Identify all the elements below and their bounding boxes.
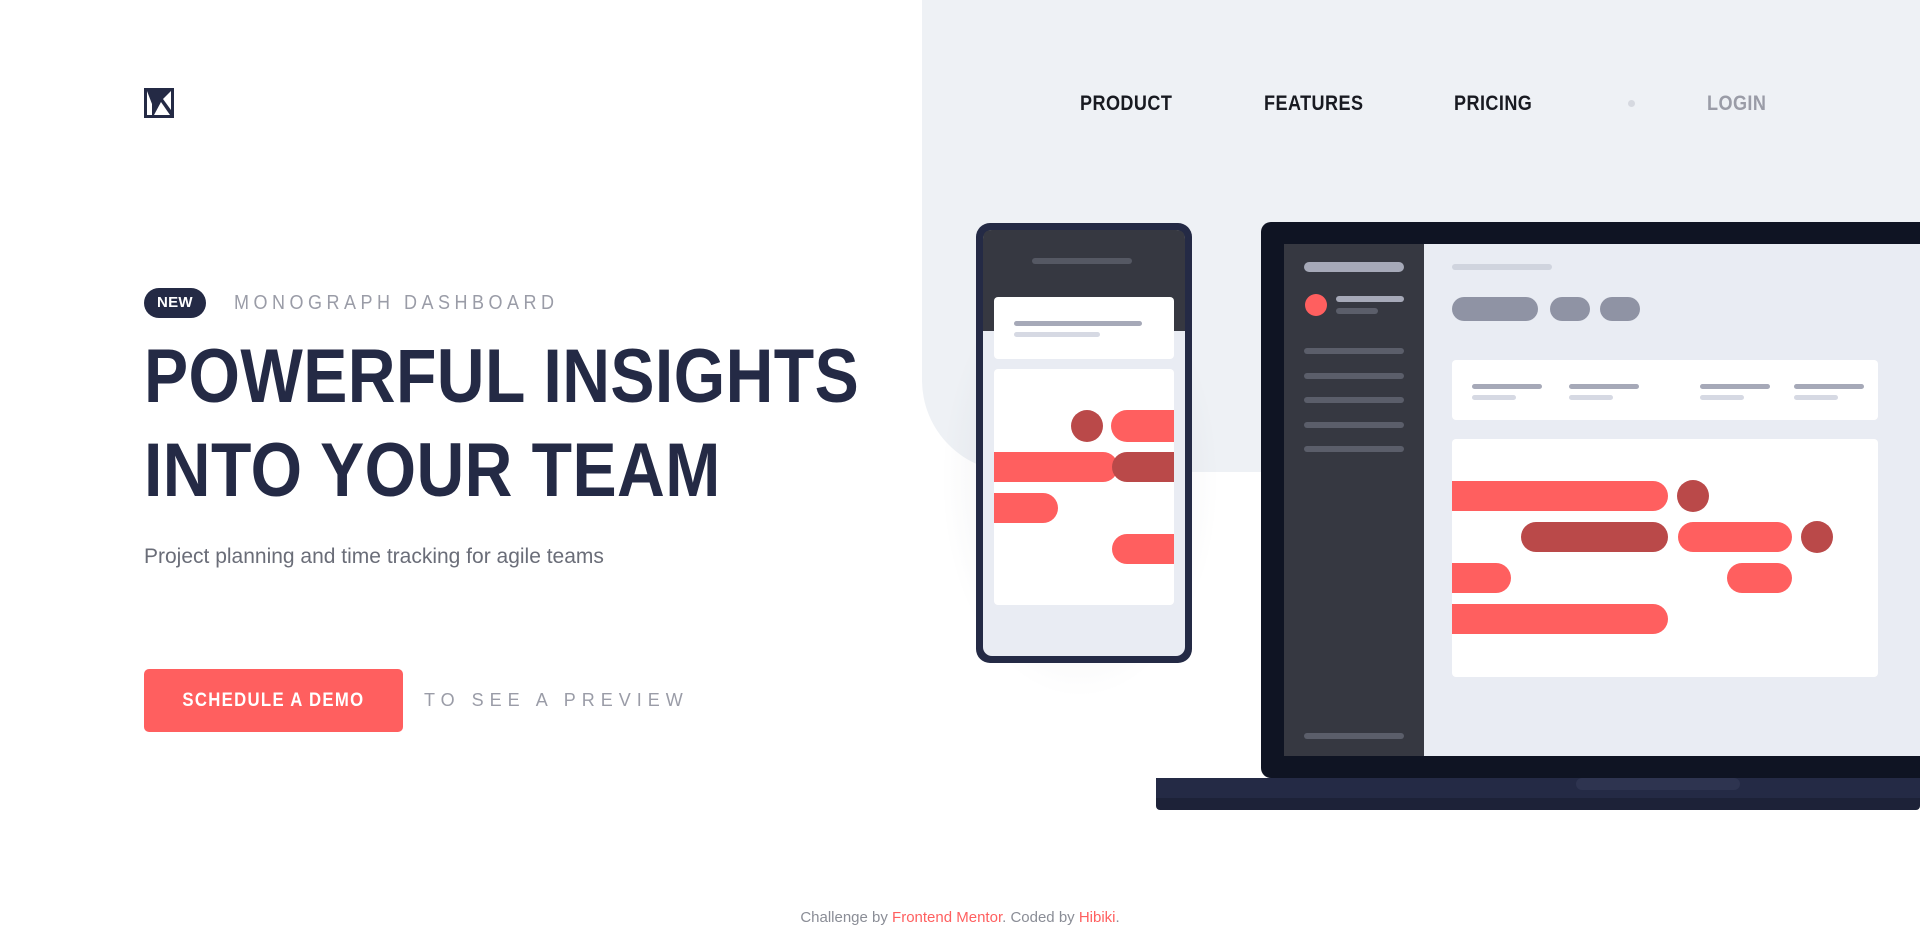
schedule-demo-button[interactable]: SCHEDULE A DEMO — [144, 669, 403, 732]
eyebrow-label: MONOGRAPH DASHBOARD — [233, 291, 559, 314]
laptop-illustration — [1156, 222, 1920, 810]
headline-line-2: INTO YOUR TEAM — [144, 428, 721, 513]
footer-middle: . Coded by — [1002, 909, 1079, 926]
landing-page: PRODUCT FEATURES PRICING LOGIN NEW MONOG… — [0, 0, 1920, 942]
hero-subtext: Project planning and time tracking for a… — [144, 545, 604, 568]
schedule-demo-label: SCHEDULE A DEMO — [182, 689, 365, 711]
nav-pricing-link[interactable]: PRICING — [1454, 92, 1532, 116]
cta-note: TO SEE A PREVIEW — [424, 690, 689, 710]
monograph-logo-icon[interactable] — [144, 88, 174, 118]
nav-separator-dot — [1628, 100, 1635, 107]
new-badge: NEW — [144, 288, 206, 318]
nav-login-link[interactable]: LOGIN — [1707, 92, 1766, 116]
frontend-mentor-link[interactable]: Frontend Mentor — [892, 909, 1002, 926]
hero-headline: POWERFUL INSIGHTS INTO YOUR TEAM — [144, 330, 860, 518]
footer-prefix: Challenge by — [800, 909, 893, 926]
footer-suffix: . — [1115, 909, 1120, 926]
headline-line-1: POWERFUL INSIGHTS — [144, 334, 860, 419]
hero-eyebrow: NEW MONOGRAPH DASHBOARD — [144, 288, 595, 318]
nav-features-link[interactable]: FEATURES — [1264, 92, 1363, 116]
attribution-footer: Challenge by Frontend Mentor. Coded by H… — [0, 909, 1920, 926]
author-link[interactable]: Hibiki — [1079, 909, 1116, 926]
nav-product-link[interactable]: PRODUCT — [1080, 92, 1172, 116]
